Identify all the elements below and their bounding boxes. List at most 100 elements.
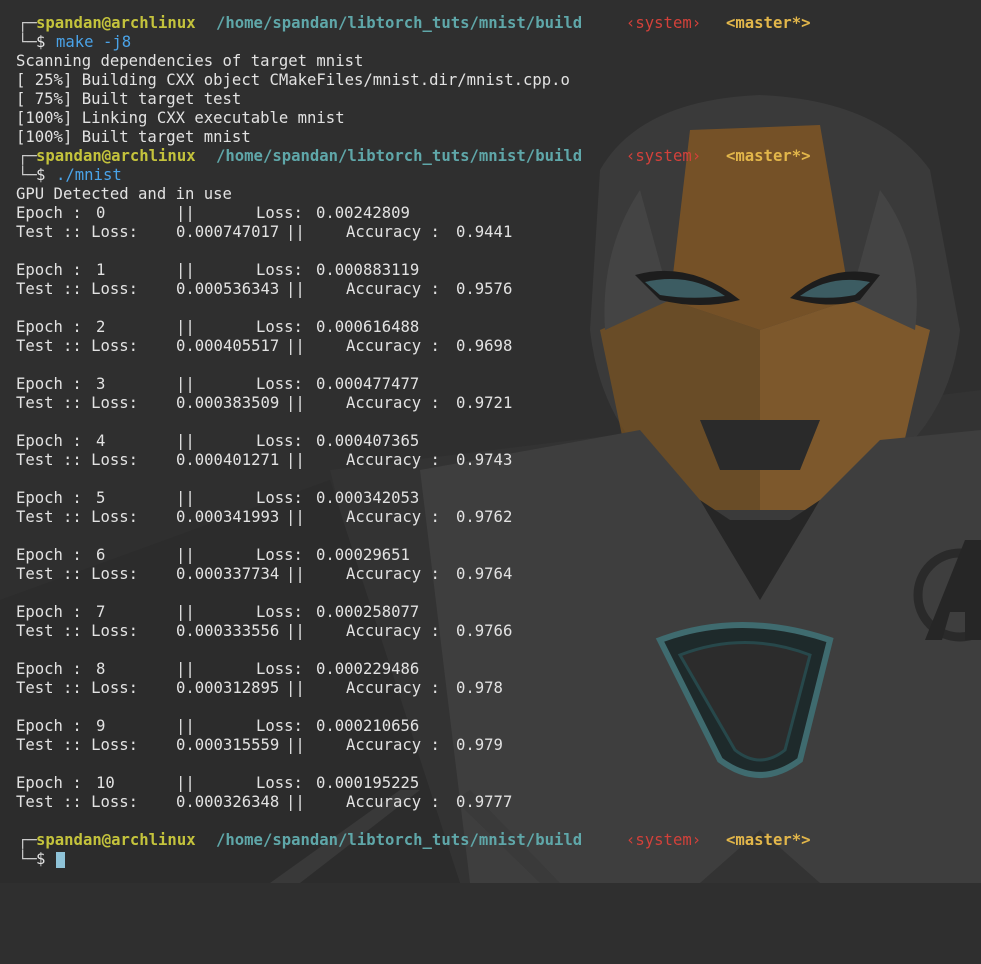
separator: || (286, 622, 305, 640)
command-line: └─ $ ./mnist (0, 166, 981, 185)
epoch-train-line: Epoch : 10 || Loss: 0.000195225 (0, 774, 981, 793)
separator: || (176, 546, 195, 564)
epoch-label: Epoch : (16, 204, 82, 222)
command-line: └─ $ make -j8 (0, 33, 981, 52)
test-loss-value: 0.000341993 (176, 508, 280, 526)
accuracy-value: 0.9743 (456, 451, 513, 469)
prompt-system-badge: ‹system› (626, 831, 702, 849)
epoch-number: 2 (96, 318, 106, 336)
separator: || (286, 223, 305, 241)
accuracy-label: Accuracy : (346, 451, 440, 469)
loss-label: Loss: (256, 261, 303, 279)
train-loss-value: 0.000407365 (316, 432, 420, 450)
prompt-system-badge: ‹system› (626, 147, 702, 165)
epoch-train-line: Epoch : 5 || Loss: 0.000342053 (0, 489, 981, 508)
epoch-number: 6 (96, 546, 106, 564)
epoch-test-line: Test :: Loss: 0.000383509 || Accuracy : 0.97… (0, 394, 981, 413)
epoch-label: Epoch : (16, 375, 82, 393)
train-loss-value: 0.000616488 (316, 318, 420, 336)
test-loss-label: Test :: Loss: (16, 337, 139, 355)
terminal-cursor[interactable] (56, 852, 65, 868)
test-loss-label: Test :: Loss: (16, 622, 139, 640)
terminal-output: ┌─ spandan@archlinux /home/spandan/libto… (0, 14, 981, 869)
epoch-test-line: Test :: Loss: 0.000333556 || Accuracy : 0.97… (0, 622, 981, 641)
output-line: [ 75%] Built target test (16, 90, 242, 108)
prompt-corner: ┌─ (18, 14, 37, 32)
loss-label: Loss: (256, 546, 303, 564)
train-loss-value: 0.000195225 (316, 774, 420, 792)
epoch-label: Epoch : (16, 318, 82, 336)
separator: || (176, 432, 195, 450)
accuracy-value: 0.9441 (456, 223, 513, 241)
separator: || (176, 489, 195, 507)
prompt-path: /home/spandan/libtorch_tuts/mnist/build (216, 14, 583, 32)
accuracy-label: Accuracy : (346, 736, 440, 754)
prompt-line: ┌─ spandan@archlinux /home/spandan/libto… (0, 147, 981, 166)
train-loss-value: 0.000883119 (316, 261, 420, 279)
train-loss-value: 0.000258077 (316, 603, 420, 621)
train-loss-value: 0.000477477 (316, 375, 420, 393)
test-loss-label: Test :: Loss: (16, 565, 139, 583)
epoch-number: 3 (96, 375, 106, 393)
loss-label: Loss: (256, 660, 303, 678)
epoch-train-line: Epoch : 7 || Loss: 0.000258077 (0, 603, 981, 622)
epoch-log: Epoch :0 || Loss: 0.00242809 Test :: Loss: 0.… (0, 204, 981, 831)
prompt-line: ┌─ spandan@archlinux /home/spandan/libto… (0, 831, 981, 850)
epoch-train-line: Epoch : 6 || Loss: 0.00029651 (0, 546, 981, 565)
command-line: └─ $ (0, 850, 981, 869)
epoch-train-line: Epoch : 2 || Loss: 0.000616488 (0, 318, 981, 337)
separator: || (286, 394, 305, 412)
prompt-git-branch: <master*> (726, 831, 811, 849)
loss-label: Loss: (256, 375, 303, 393)
accuracy-value: 0.9764 (456, 565, 513, 583)
epoch-test-line: Test :: Loss: 0.000341993 || Accuracy : 0.97… (0, 508, 981, 527)
accuracy-value: 0.9721 (456, 394, 513, 412)
loss-label: Loss: (256, 717, 303, 735)
prompt-path: /home/spandan/libtorch_tuts/mnist/build (216, 147, 583, 165)
separator: || (176, 375, 195, 393)
prompt-corner: ┌─ (18, 147, 37, 165)
accuracy-value: 0.9777 (456, 793, 513, 811)
epoch-number: 4 (96, 432, 106, 450)
output-line: GPU Detected and in use (16, 185, 232, 203)
prompt-symbol: $ (36, 166, 46, 184)
accuracy-label: Accuracy : (346, 280, 440, 298)
test-loss-label: Test :: Loss: (16, 451, 139, 469)
epoch-label: Epoch : (16, 432, 82, 450)
separator: || (176, 204, 195, 222)
prompt-line: ┌─ spandan@archlinux /home/spandan/libto… (0, 14, 981, 33)
epoch-label: Epoch : (16, 774, 82, 792)
epoch-label: Epoch : (16, 489, 82, 507)
epoch-test-line: Test :: Loss: 0.000315559 || Accuracy : 0.97… (0, 736, 981, 755)
prompt-corner: ┌─ (18, 831, 37, 849)
epoch-number: 8 (96, 660, 106, 678)
train-loss-value: 0.000210656 (316, 717, 420, 735)
epoch-label: Epoch : (16, 660, 82, 678)
separator: || (176, 717, 195, 735)
test-loss-label: Test :: Loss: (16, 679, 139, 697)
accuracy-value: 0.9576 (456, 280, 513, 298)
prompt-user-host: spandan@archlinux (36, 147, 196, 165)
epoch-test-line: Test :: Loss: 0.000401271 || Accuracy : 0.97… (0, 451, 981, 470)
epoch-number: 0 (96, 204, 106, 222)
epoch-train-line: Epoch : 8 || Loss: 0.000229486 (0, 660, 981, 679)
test-loss-label: Test :: Loss: (16, 280, 139, 298)
accuracy-value: 0.978 (456, 679, 503, 697)
test-loss-label: Test :: Loss: (16, 508, 139, 526)
separator: || (176, 261, 195, 279)
epoch-test-line: Test :: Loss: 0.000337734 || Accuracy : 0.97… (0, 565, 981, 584)
output-line: [100%] Built target mnist (16, 128, 251, 146)
accuracy-label: Accuracy : (346, 679, 440, 697)
test-loss-label: Test :: Loss: (16, 793, 139, 811)
separator: || (286, 508, 305, 526)
epoch-number: 9 (96, 717, 106, 735)
separator: || (286, 793, 305, 811)
